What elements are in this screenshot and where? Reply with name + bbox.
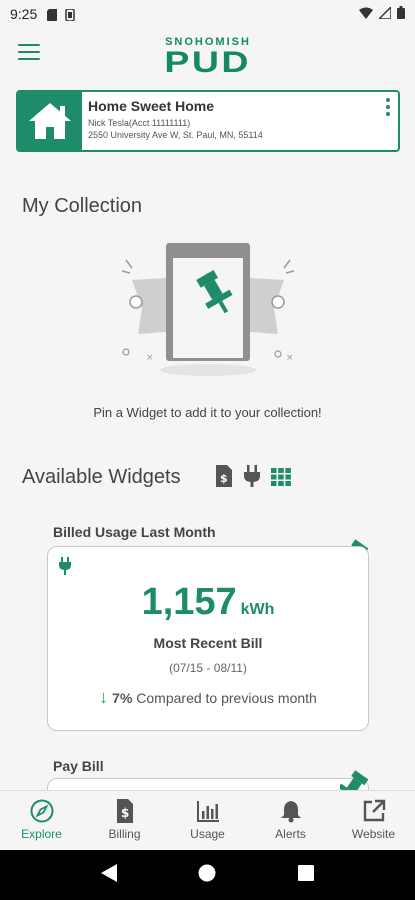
sync-icon	[65, 8, 75, 22]
widget-filter-bar: $	[214, 465, 291, 487]
plug-icon	[58, 557, 72, 575]
nav-website-label: Website	[351, 826, 396, 841]
nav-billing[interactable]: $ Billing	[83, 791, 166, 848]
usage-unit: kWh	[240, 601, 275, 618]
snohomish-pud-logo: SNOHOMISH PUD	[164, 36, 252, 79]
my-collection-title: My Collection	[22, 195, 143, 217]
grid-view-icon[interactable]	[270, 465, 291, 487]
sd-card-icon	[47, 8, 58, 21]
available-widgets-title: Available Widgets	[22, 466, 181, 488]
empty-collection-text: Pin a Widget to add it to your collectio…	[93, 405, 322, 420]
billed-usage-widget[interactable]: 1,157 kWh Most Recent Bill (07/15 - 08/11…	[47, 546, 369, 731]
home-icon	[18, 92, 82, 150]
battery-icon	[397, 6, 405, 22]
change-text: Compared to previous month	[136, 690, 317, 706]
signal-icon	[377, 5, 392, 22]
pay-bill-title: Pay Bill	[53, 758, 104, 774]
nav-billing-label: Billing	[108, 826, 141, 841]
home-button-icon[interactable]	[198, 864, 216, 887]
down-arrow-icon: ↓	[99, 687, 109, 707]
nav-explore[interactable]: Explore	[0, 791, 83, 848]
svg-text:$: $	[121, 806, 129, 820]
nav-website[interactable]: Website	[332, 791, 415, 848]
bill-period: (07/15 - 08/11)	[169, 661, 247, 675]
svg-text:$: $	[220, 472, 228, 485]
account-name: Home Sweet Home	[88, 98, 215, 114]
plug-filter-icon[interactable]	[242, 465, 262, 487]
system-navigation-bar	[0, 850, 415, 900]
recents-icon[interactable]	[298, 864, 315, 886]
account-card[interactable]: Home Sweet Home Nick Tesla(Acct 11111111…	[16, 90, 400, 152]
status-bar: 9:25	[0, 0, 415, 28]
account-more-icon[interactable]	[378, 92, 398, 150]
change-percent: 7%	[112, 690, 133, 706]
empty-collection-illustration: × ×	[118, 238, 298, 378]
back-icon[interactable]	[100, 863, 117, 887]
nav-usage[interactable]: Usage	[166, 791, 249, 848]
nav-alerts[interactable]: Alerts	[249, 791, 332, 848]
app-header: SNOHOMISH PUD	[0, 28, 415, 83]
status-time: 9:25	[10, 6, 38, 22]
wifi-icon	[359, 6, 373, 22]
usage-readout: 1,157 kWh	[48, 581, 368, 624]
bottom-navigation: Explore $ Billing Usage Alerts Website	[0, 790, 415, 848]
nav-explore-label: Explore	[21, 826, 62, 841]
billed-usage-title: Billed Usage Last Month	[53, 524, 216, 540]
svg-text:×: ×	[286, 353, 294, 363]
nav-usage-label: Usage	[190, 826, 225, 841]
external-link-icon	[362, 799, 386, 823]
account-address: 2550 University Ave W, St. Paul, MN, 551…	[88, 130, 263, 140]
nav-alerts-label: Alerts	[275, 826, 306, 841]
usage-value: 1,157	[141, 581, 237, 623]
compass-icon	[30, 799, 54, 823]
bill-filter-icon[interactable]: $	[214, 465, 234, 487]
most-recent-bill-label: Most Recent Bill	[153, 635, 263, 651]
bill-icon: $	[113, 798, 137, 823]
svg-text:×: ×	[146, 353, 154, 363]
usage-comparison: ↓ 7% Compared to previous month	[48, 687, 368, 708]
bar-chart-icon	[196, 799, 220, 823]
bell-icon	[279, 799, 303, 823]
account-holder: Nick Tesla(Acct 11111111)	[88, 118, 191, 128]
menu-icon[interactable]	[18, 44, 40, 62]
